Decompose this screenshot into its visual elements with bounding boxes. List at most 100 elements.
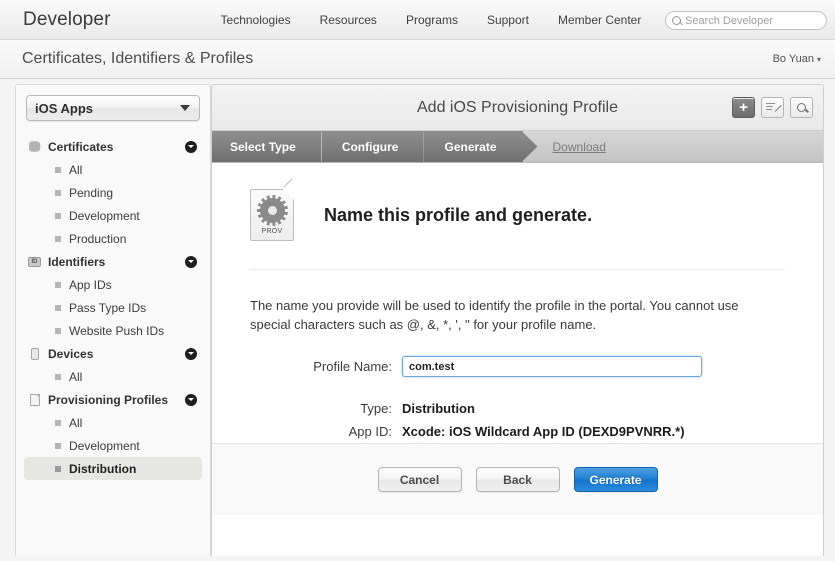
- field-label: Profile Name:: [212, 359, 402, 374]
- bullet-icon: [55, 443, 61, 449]
- field-type: Type: Distribution: [212, 401, 823, 416]
- sidebar-section-identifiers[interactable]: ID Identifiers: [16, 250, 210, 273]
- sidebar-item-profiles-all[interactable]: All: [24, 411, 202, 434]
- add-button[interactable]: +: [732, 97, 755, 118]
- generate-button[interactable]: Generate: [574, 467, 658, 492]
- step-breadcrumb: Select Type Configure Generate Download: [212, 131, 823, 163]
- sidebar-item-devices-all[interactable]: All: [24, 365, 202, 388]
- field-spacer: [212, 385, 823, 393]
- content-panel: Add iOS Provisioning Profile + Select Ty…: [211, 84, 824, 556]
- sidebar-item-profiles-development[interactable]: Development: [24, 434, 202, 457]
- description-text: The name you provide will be used to ide…: [250, 296, 770, 334]
- nav-link-resources[interactable]: Resources: [320, 13, 377, 27]
- field-label: Type:: [212, 401, 402, 416]
- plus-icon: +: [739, 101, 748, 114]
- provisioning-profile-icon: PROV: [250, 189, 294, 241]
- brand-logo[interactable]: Developer: [16, 9, 111, 31]
- sidebar-section-label: Devices: [48, 347, 93, 361]
- sidebar-item-label: All: [69, 163, 82, 177]
- bullet-icon: [55, 213, 61, 219]
- bullet-icon: [55, 236, 61, 242]
- content-header: Add iOS Provisioning Profile +: [212, 85, 823, 131]
- platform-selector[interactable]: iOS Apps: [26, 95, 200, 121]
- sidebar-section-devices[interactable]: Devices: [16, 342, 210, 365]
- sub-header: Certificates, Identifiers & Profiles Bo …: [0, 40, 835, 79]
- field-app-id: App ID: Xcode: iOS Wildcard App ID (DEXD…: [212, 424, 823, 439]
- global-nav: Developer Technologies Resources Program…: [0, 0, 835, 40]
- chevron-down-icon[interactable]: [185, 141, 197, 153]
- divider: [250, 269, 785, 270]
- sidebar: iOS Apps Certificates All Pending Devel: [15, 84, 211, 556]
- document-icon: [28, 393, 41, 406]
- profile-name-input[interactable]: [402, 356, 702, 377]
- back-button[interactable]: Back: [476, 467, 560, 492]
- sidebar-item-certificates-development[interactable]: Development: [24, 204, 202, 227]
- page-title: Certificates, Identifiers & Profiles: [22, 50, 253, 68]
- sidebar-item-website-push-ids[interactable]: Website Push IDs: [24, 319, 202, 342]
- chevron-down-icon[interactable]: [185, 394, 197, 406]
- step-select-type[interactable]: Select Type: [212, 131, 322, 162]
- sidebar-selector-wrap: iOS Apps: [26, 95, 200, 121]
- sidebar-item-label: Production: [69, 232, 126, 246]
- sidebar-item-label: Distribution: [69, 462, 136, 476]
- nav-link-member-center[interactable]: Member Center: [558, 13, 641, 27]
- search-button[interactable]: [790, 97, 813, 118]
- chevron-down-icon[interactable]: [185, 348, 197, 360]
- search-icon: [672, 16, 681, 25]
- id-icon: ID: [28, 255, 41, 268]
- cancel-button[interactable]: Cancel: [378, 467, 462, 492]
- bullet-icon: [55, 328, 61, 334]
- nav-link-programs[interactable]: Programs: [406, 13, 458, 27]
- sidebar-item-label: Development: [69, 439, 140, 453]
- nav-link-technologies[interactable]: Technologies: [221, 13, 291, 27]
- sidebar-nav: Certificates All Pending Development Pro…: [16, 135, 210, 480]
- bullet-icon: [55, 167, 61, 173]
- chevron-down-icon: ▾: [817, 55, 821, 64]
- step-download: Download: [523, 131, 632, 162]
- search-icon: [797, 103, 806, 112]
- sidebar-item-certificates-pending[interactable]: Pending: [24, 181, 202, 204]
- sidebar-item-label: All: [69, 416, 82, 430]
- bullet-icon: [55, 282, 61, 288]
- sidebar-item-label: Pending: [69, 186, 113, 200]
- global-search-placeholder: Search Developer: [685, 15, 773, 27]
- sidebar-item-certificates-production[interactable]: Production: [24, 227, 202, 250]
- platform-selector-value: iOS Apps: [35, 101, 93, 116]
- chevron-down-icon: [180, 105, 190, 111]
- sidebar-item-certificates-all[interactable]: All: [24, 158, 202, 181]
- certificate-icon: [28, 140, 41, 153]
- edit-button[interactable]: [761, 97, 784, 118]
- nav-link-support[interactable]: Support: [487, 13, 529, 27]
- gear-icon: [260, 198, 285, 223]
- content-footer: Cancel Back Generate: [212, 443, 823, 515]
- sidebar-item-app-ids[interactable]: App IDs: [24, 273, 202, 296]
- sidebar-item-pass-type-ids[interactable]: Pass Type IDs: [24, 296, 202, 319]
- content-body: http://blog.csdn.net/yuyanhol PROV Name …: [212, 163, 823, 515]
- step-label: Download: [553, 140, 606, 154]
- step-label: Select Type: [230, 140, 296, 154]
- field-value: Xcode: iOS Wildcard App ID (DEXD9PVNRR.*…: [402, 424, 685, 439]
- sidebar-item-label: Website Push IDs: [69, 324, 164, 338]
- sidebar-item-label: App IDs: [69, 278, 112, 292]
- bullet-icon: [55, 420, 61, 426]
- account-name: Bo Yuan: [773, 53, 814, 65]
- sidebar-section-label: Identifiers: [48, 255, 105, 269]
- sidebar-section-provisioning-profiles[interactable]: Provisioning Profiles: [16, 388, 210, 411]
- hero-title: Name this profile and generate.: [324, 205, 592, 226]
- device-icon: [28, 347, 41, 360]
- step-label: Generate: [444, 140, 496, 154]
- bullet-icon: [55, 466, 61, 472]
- hero-block: PROV Name this profile and generate.: [212, 163, 823, 241]
- chevron-down-icon[interactable]: [185, 256, 197, 268]
- bullet-icon: [55, 190, 61, 196]
- bullet-icon: [55, 305, 61, 311]
- sidebar-item-profiles-distribution[interactable]: Distribution: [24, 457, 202, 480]
- global-search-box[interactable]: Search Developer: [665, 11, 827, 30]
- sidebar-section-certificates[interactable]: Certificates: [16, 135, 210, 158]
- sidebar-section-label: Provisioning Profiles: [48, 393, 168, 407]
- sidebar-item-label: Pass Type IDs: [69, 301, 146, 315]
- sidebar-item-label: All: [69, 370, 82, 384]
- account-menu[interactable]: Bo Yuan▾: [773, 53, 821, 65]
- content-title: Add iOS Provisioning Profile: [417, 99, 618, 117]
- step-label: Configure: [342, 140, 399, 154]
